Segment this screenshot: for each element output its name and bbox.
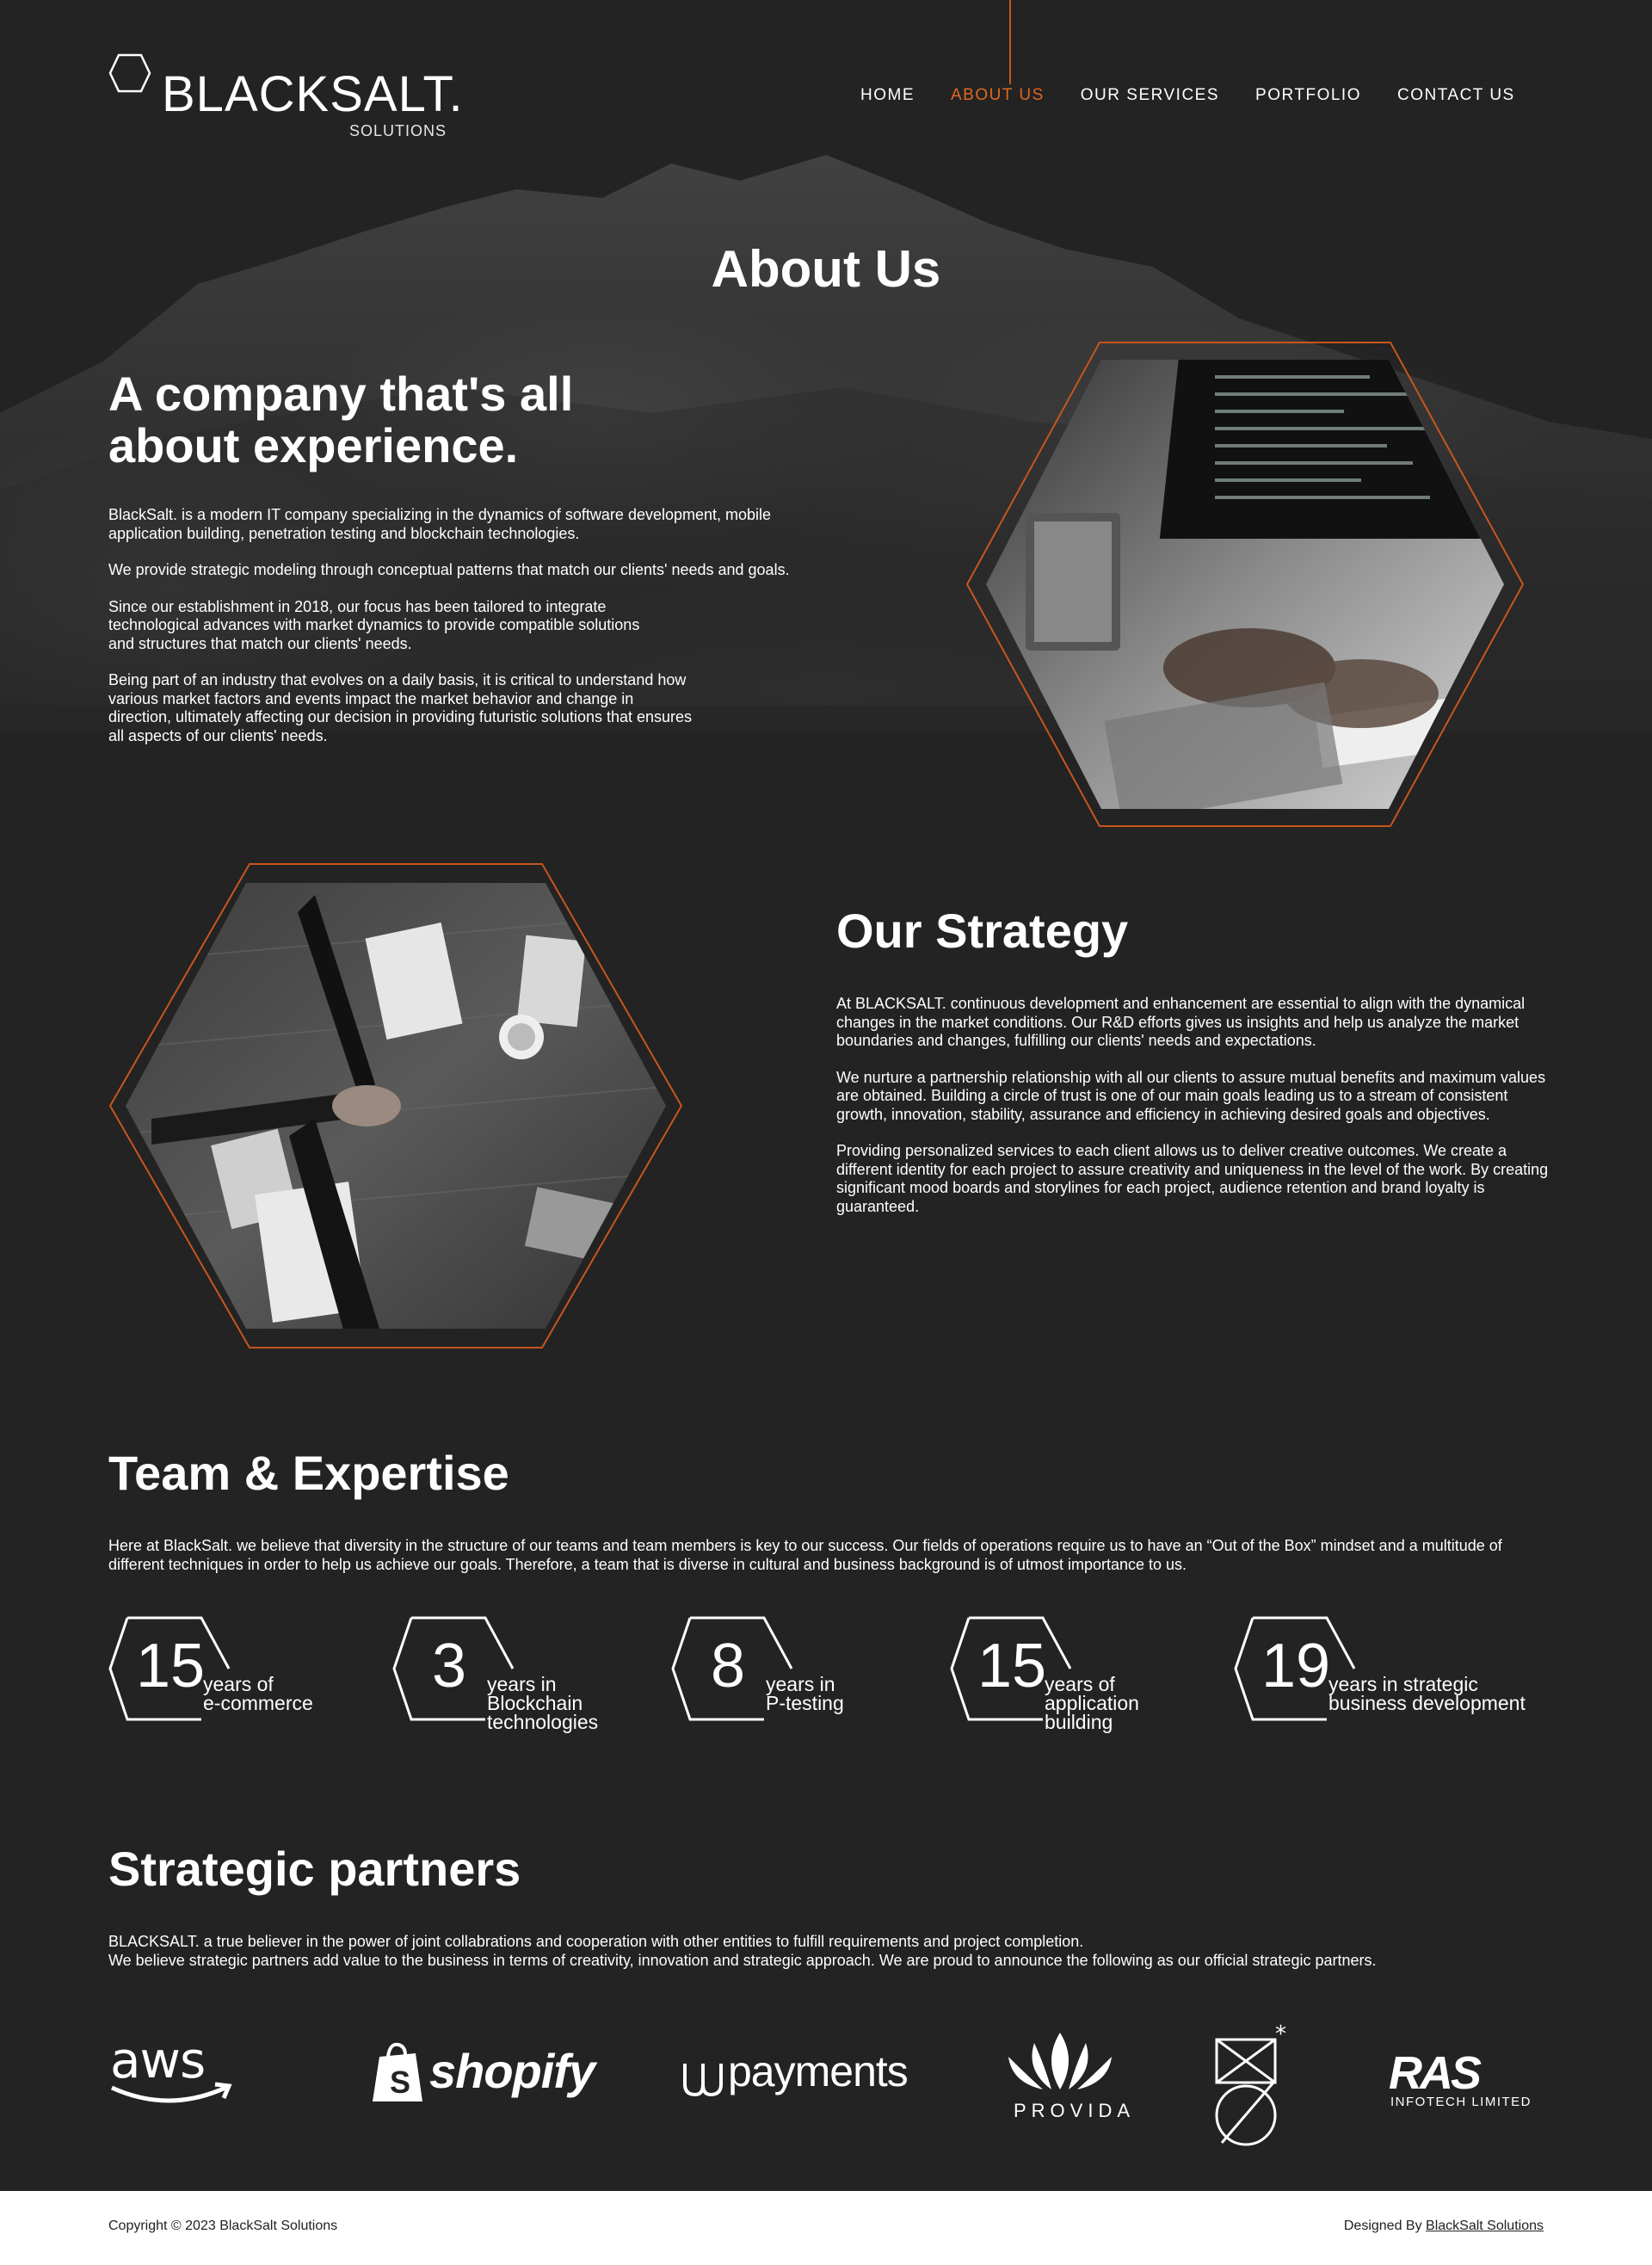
experience-paragraph: We provide strategic modeling through co… [108, 561, 790, 578]
experience-heading-line1: A company that's all [108, 367, 574, 421]
strategy-heading: Our Strategy [836, 904, 1129, 958]
footer: Copyright © 2023 BlackSalt Solutions Des… [0, 2191, 1652, 2265]
shopify-bag-icon: S [373, 2042, 422, 2101]
stat-ptesting: 8 years in P-testing [671, 1614, 929, 1743]
partners-line: We believe strategic partners add value … [108, 1951, 1377, 1969]
stat-ecommerce: 15 years of e-commerce [108, 1614, 367, 1743]
teamwork-hexagon-image [108, 863, 683, 1349]
ras-logo-subtext: INFOTECH LIMITED [1390, 2095, 1532, 2109]
stat-label: years in strategic business development [1328, 1673, 1526, 1714]
team-stats: 15 years of e-commerce 3 years in Blockcha… [108, 1614, 1571, 1743]
designer-link[interactable]: BlackSalt Solutions [1426, 2219, 1544, 2233]
experience-paragraph: Being part of an industry that evolves o… [108, 671, 693, 744]
brand-subtitle: SOLUTIONS [349, 122, 447, 139]
active-nav-indicator [1009, 0, 1011, 84]
stat-blockchain: 3 years in Blockchain technologies [392, 1614, 650, 1743]
partner-logos: aws S shopify payments PROVIDA * RAS INF… [108, 2021, 1545, 2151]
strategy-text: At BLACKSALT. continuous development and… [836, 995, 1550, 1234]
stat-number: 19 [1261, 1632, 1331, 1700]
aws-smile-icon [110, 2082, 232, 2103]
strategy-paragraph: At BLACKSALT. continuous development and… [836, 995, 1526, 1049]
stat-number: 3 [432, 1632, 467, 1700]
page-title: About Us [711, 240, 941, 298]
geometric-mark-icon: * [1215, 2021, 1286, 2146]
hexagon-logo-icon [108, 53, 151, 93]
experience-paragraph: Since our establishment in 2018, our foc… [108, 597, 640, 652]
aws-logo[interactable]: aws [108, 2031, 237, 2117]
ras-logo[interactable]: RAS INFOTECH LIMITED [1389, 2047, 1544, 2120]
nav-about-us[interactable]: ABOUT US [951, 86, 1045, 105]
experience-heading-line2: about experience. [108, 418, 519, 472]
nav-contact-us[interactable]: CONTACT US [1397, 86, 1515, 105]
stat-label: years of application building [1045, 1673, 1139, 1733]
ras-logo-text: RAS [1389, 2047, 1482, 2099]
geometric-partner-logo[interactable]: * [1213, 2021, 1299, 2151]
payments-logo[interactable]: payments [681, 2046, 909, 2107]
shopify-logo-text: shopify [429, 2044, 595, 2098]
designed-by: Designed By BlackSalt Solutions [1344, 2219, 1544, 2234]
designed-by-label: Designed By [1343, 2219, 1427, 2233]
provida-lotus-icon [1008, 2033, 1112, 2089]
brand-logo[interactable]: BLACKSALT. SOLUTIONS [108, 53, 463, 148]
stat-number: 15 [977, 1632, 1047, 1700]
stat-number: 15 [136, 1632, 206, 1700]
experience-heading: A company that's all about experience. [108, 368, 573, 472]
nav-our-services[interactable]: OUR SERVICES [1081, 86, 1219, 105]
team-text: Here at BlackSalt. we believe that diver… [108, 1537, 1502, 1573]
team-heading: Team & Expertise [108, 1446, 509, 1500]
partners-heading: Strategic partners [108, 1842, 521, 1896]
nav-portfolio[interactable]: PORTFOLIO [1255, 86, 1361, 105]
provida-logo-text: PROVIDA [1014, 2100, 1136, 2121]
payments-mark-icon [683, 2064, 723, 2097]
stat-application: 15 years of application building [950, 1614, 1208, 1743]
shopify-logo[interactable]: S shopify [371, 2041, 595, 2119]
strategy-paragraph: Providing personalized services to each … [836, 1142, 1549, 1215]
provida-logo[interactable]: PROVIDA [991, 2026, 1130, 2129]
computer-hexagon-image [965, 342, 1525, 827]
partners-text: BLACKSALT. a true believer in the power … [108, 1933, 1554, 1970]
experience-text: BlackSalt. is a modern IT company specia… [108, 506, 831, 763]
strategy-paragraph: We nurture a partnership relationship wi… [836, 1068, 1546, 1123]
stat-label: years in P-testing [766, 1673, 844, 1714]
stat-label: years in Blockchain technologies [487, 1673, 599, 1733]
stat-label: years of e-commerce [203, 1673, 313, 1714]
nav-home[interactable]: HOME [860, 86, 915, 105]
partners-line: BLACKSALT. a true believer in the power … [108, 1933, 1084, 1950]
brand-name: BLACKSALT. [162, 66, 464, 122]
svg-text:S: S [390, 2064, 410, 2100]
copyright-text: Copyright © 2023 BlackSalt Solutions [108, 2219, 338, 2233]
main-nav: HOME ABOUT US OUR SERVICES PORTFOLIO CON… [860, 86, 1551, 105]
svg-text:*: * [1275, 2022, 1286, 2047]
stat-number: 8 [711, 1632, 746, 1700]
payments-logo-text: payments [728, 2047, 909, 2095]
stat-strategic: 19 years in strategic business developmen… [1234, 1614, 1571, 1743]
experience-paragraph: BlackSalt. is a modern IT company specia… [108, 506, 772, 542]
